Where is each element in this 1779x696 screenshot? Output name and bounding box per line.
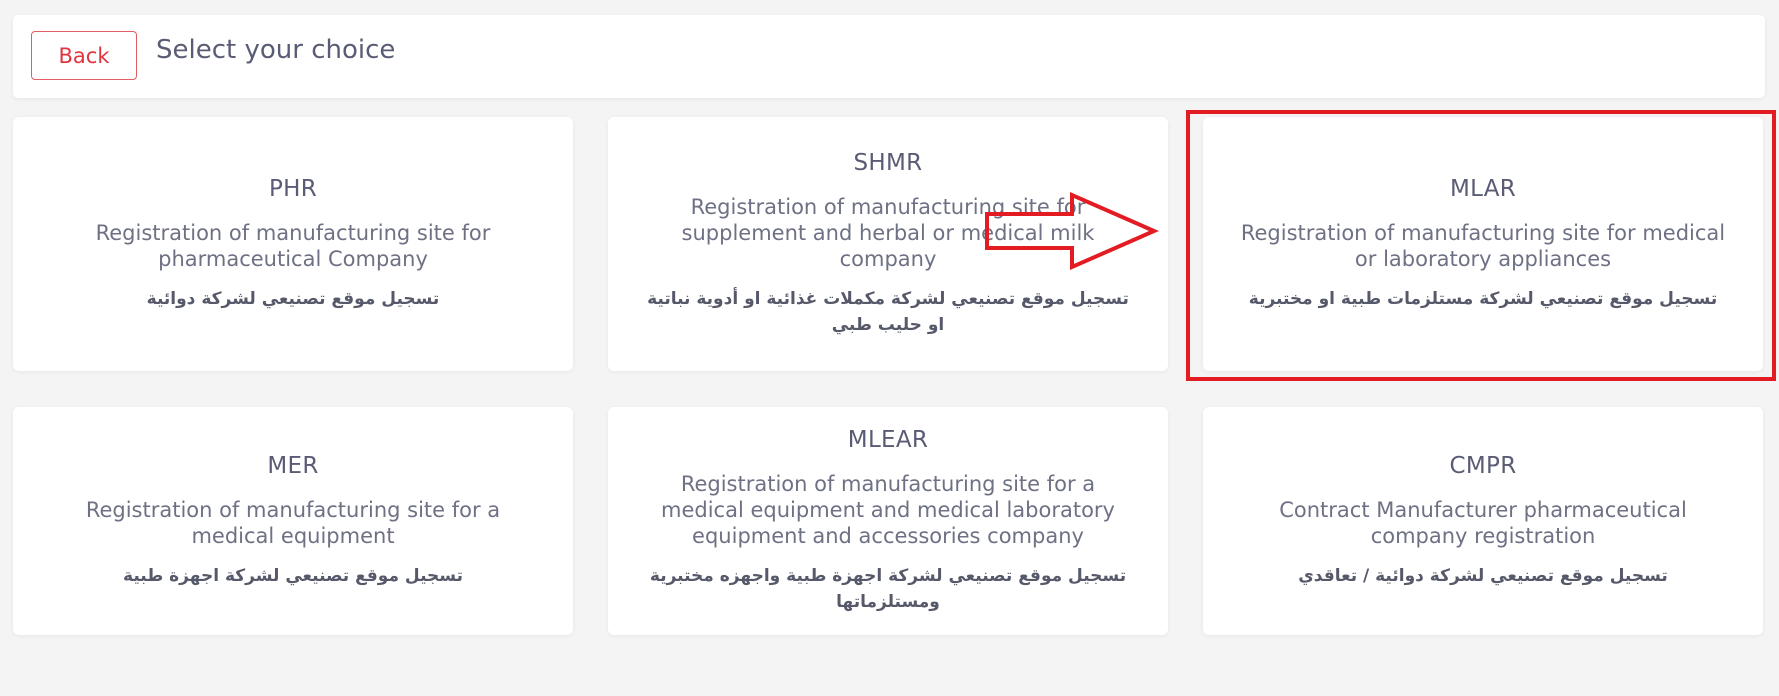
choice-card-cmpr[interactable]: CMPR Contract Manufacturer pharmaceutica… [1203,407,1763,635]
card-code: SHMR [853,150,923,176]
card-arabic-description: تسجيل موقع تصنيعي لشركة اجهزة طبية [123,566,463,586]
card-code: MLEAR [847,427,929,453]
card-description: Registration of manufacturing site for p… [95,221,491,271]
choice-card-mlear[interactable]: MLEAR Registration of manufacturing site… [608,407,1168,635]
choice-card-mer[interactable]: MER Registration of manufacturing site f… [13,407,573,635]
card-description: Registration of manufacturing site for a… [85,498,501,548]
card-arabic-description: تسجيل موقع تصنيعي لشركة دوائية [146,289,440,309]
card-arabic-description: تسجيل موقع تصنيعي لشركة مكملات غذائية او… [647,289,1129,335]
choice-card-mlar[interactable]: MLAR Registration of manufacturing site … [1203,117,1763,371]
card-description: Registration of manufacturing site for a… [661,472,1115,548]
card-arabic-description: تسجيل موقع تصنيعي لشركة دوائية / تعاقدي [1298,566,1668,586]
card-arabic-description: تسجيل موقع تصنيعي لشركة مستلزمات طبية او… [1248,289,1718,309]
card-code: MER [267,453,319,479]
card-description: Registration of manufacturing site for m… [1240,221,1726,271]
card-code: MLAR [1449,176,1517,202]
card-description: Registration of manufacturing site for s… [681,195,1095,271]
back-button[interactable]: Back [31,31,137,80]
card-code: CMPR [1449,453,1517,479]
header-bar: Back Select your choice [13,15,1765,98]
choice-card-shmr[interactable]: SHMR Registration of manufacturing site … [608,117,1168,371]
page-title: Select your choice [156,35,396,65]
card-arabic-description: تسجيل موقع تصنيعي لشركة اجهزة طبية واجهز… [649,566,1127,612]
card-code: PHR [268,176,318,202]
card-description: Contract Manufacturer pharmaceutical com… [1279,498,1687,548]
choice-card-phr[interactable]: PHR Registration of manufacturing site f… [13,117,573,371]
